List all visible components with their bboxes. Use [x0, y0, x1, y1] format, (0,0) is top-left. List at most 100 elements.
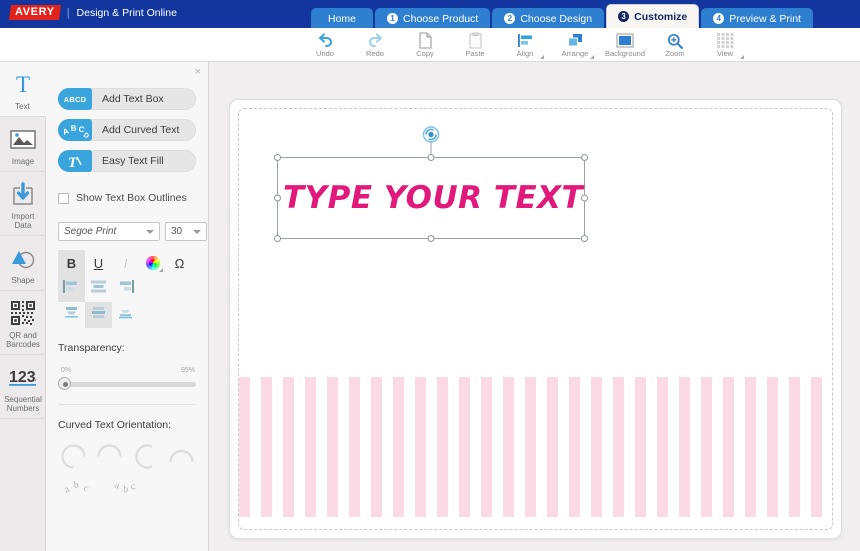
add-text-box-button[interactable]: ABCD Add Text Box	[58, 88, 196, 110]
easy-text-fill-icon: T	[58, 150, 92, 172]
toolbar-view-button[interactable]: View	[700, 28, 750, 62]
easy-text-fill-button[interactable]: T Easy Text Fill	[58, 150, 196, 172]
special-character-button[interactable]: Ω	[166, 250, 193, 276]
resize-handle-se[interactable]	[581, 235, 588, 242]
view-grid-icon	[716, 32, 734, 49]
resize-handle-ne[interactable]	[581, 154, 588, 161]
font-family-select[interactable]: Segoe Print	[58, 222, 160, 241]
chevron-down-icon	[146, 229, 154, 234]
toolbar-background-button[interactable]: Background	[600, 28, 650, 62]
brand-separator: |	[66, 6, 70, 19]
arrange-dropdown-caret-icon[interactable]	[590, 55, 594, 59]
close-icon[interactable]: ×	[195, 66, 201, 78]
align-left-button[interactable]	[58, 276, 85, 302]
align-center-button[interactable]	[85, 276, 112, 302]
resize-handle-n[interactable]	[427, 154, 435, 161]
resize-handle-nw[interactable]	[274, 154, 281, 161]
easy-text-fill-label: Easy Text Fill	[102, 155, 164, 167]
italic-button[interactable]: I	[112, 250, 139, 276]
sidebar-item-sequential-numbers[interactable]: 123 Sequential Numbers	[0, 355, 46, 419]
product-name: Design & Print Online	[76, 6, 177, 19]
vertical-align-row	[58, 302, 208, 328]
curved-option-arc-down[interactable]	[96, 443, 123, 470]
sidebar-item-qr-barcodes-label: QR and Barcodes	[6, 331, 40, 349]
text-box-value[interactable]: TYPE YOUR TEXT	[283, 180, 583, 216]
image-icon	[10, 124, 36, 154]
shape-icon	[10, 243, 36, 273]
view-dropdown-caret-icon[interactable]	[740, 55, 744, 59]
app-root: AVERY | Design & Print Online Home 1 Cho…	[0, 0, 860, 551]
underline-button[interactable]: U	[85, 250, 112, 276]
bold-button-label: B	[66, 255, 77, 271]
toolbar-paste-button[interactable]: Paste	[450, 28, 500, 62]
svg-text:a: a	[113, 480, 122, 492]
curved-option-text-path-up[interactable]: abc	[62, 477, 96, 502]
tab-preview-print[interactable]: 4 Preview & Print	[701, 8, 813, 28]
sidebar-item-import-data[interactable]: Import Data	[0, 172, 46, 236]
toolbar-copy-label: Copy	[416, 49, 434, 58]
color-dropdown-caret-icon[interactable]	[159, 268, 163, 272]
resize-handle-sw[interactable]	[274, 235, 281, 242]
tab-choose-design-label: Choose Design	[520, 12, 593, 25]
curved-option-arc-left[interactable]	[132, 443, 159, 470]
curved-option-text-path-down[interactable]: abc	[112, 477, 144, 502]
toolbar-align-button[interactable]: Align	[500, 28, 550, 62]
curved-option-arc-up-left[interactable]	[60, 443, 87, 470]
align-top-button[interactable]	[58, 302, 85, 328]
font-family-value: Segoe Print	[64, 226, 117, 237]
transparency-slider-track[interactable]	[64, 382, 196, 387]
transparency-max-label: 95%	[180, 367, 195, 374]
canvas-workspace[interactable]: TYPE YOUR TEXT	[209, 62, 860, 551]
label-sheet[interactable]: TYPE YOUR TEXT	[229, 99, 842, 539]
show-text-box-outlines-checkbox[interactable]	[58, 192, 69, 204]
tab-customize-badge: 3	[618, 11, 630, 22]
main-tabs: Home 1 Choose Product 2 Choose Design 3 …	[311, 4, 815, 28]
sidebar-item-shape[interactable]: Shape	[0, 236, 46, 291]
tab-preview-print-label: Preview & Print	[729, 12, 801, 25]
align-dropdown-caret-icon[interactable]	[540, 55, 544, 59]
main-toolbar: Undo Redo Copy Paste Align Arrange Backg…	[0, 28, 860, 62]
tab-customize[interactable]: 3 Customize	[606, 4, 700, 28]
transparency-slider[interactable]: 0% 95%	[58, 367, 196, 392]
tab-home-label: Home	[328, 12, 357, 25]
add-curved-text-button[interactable]: ABCD Add Curved Text	[58, 119, 196, 141]
align-middle-button[interactable]	[85, 302, 112, 328]
curved-option-arc-up[interactable]	[168, 443, 195, 470]
toolbar-items: Undo Redo Copy Paste Align Arrange Backg…	[300, 28, 750, 62]
toolbar-zoom-button[interactable]: Zoom	[650, 28, 700, 62]
toolbar-redo-button[interactable]: Redo	[350, 28, 400, 62]
toolbar-undo-button[interactable]: Undo	[300, 28, 350, 62]
toolbar-arrange-button[interactable]: Arrange	[550, 28, 600, 62]
font-size-select[interactable]: 30	[165, 222, 207, 241]
resize-handle-s[interactable]	[427, 235, 435, 242]
tab-choose-design-badge: 2	[504, 13, 516, 24]
sidebar-item-import-data-label: Import Data	[11, 212, 35, 230]
curved-text-icon: ABCD	[58, 119, 92, 141]
transparency-min-label: 0%	[61, 367, 72, 374]
zoom-icon	[667, 32, 683, 49]
toolbar-copy-button[interactable]: Copy	[400, 28, 450, 62]
resize-handle-e[interactable]	[581, 194, 588, 202]
sidebar-item-shape-label: Shape	[11, 276, 35, 285]
align-bottom-button[interactable]	[112, 302, 139, 328]
text-tool-panel: × ABCD Add Text Box ABCD Add Curved Text…	[46, 62, 209, 551]
font-color-button[interactable]	[139, 250, 166, 276]
resize-handle-w[interactable]	[274, 194, 281, 202]
tab-home[interactable]: Home	[311, 8, 374, 28]
transparency-slider-handle[interactable]	[58, 377, 71, 390]
color-wheel-icon	[145, 256, 160, 270]
show-text-box-outlines-row[interactable]: Show Text Box Outlines	[58, 192, 208, 204]
abcd-text-box-icon: ABCD	[58, 88, 92, 110]
sidebar-item-qr-barcodes[interactable]: QR and Barcodes	[0, 291, 46, 355]
tab-choose-product[interactable]: 1 Choose Product	[375, 8, 491, 28]
sidebar-item-text[interactable]: T Text	[0, 62, 46, 117]
align-right-button[interactable]	[112, 276, 139, 302]
rotate-icon[interactable]	[422, 126, 440, 143]
sidebar-item-image[interactable]: Image	[0, 117, 46, 172]
bold-button[interactable]: B	[58, 250, 85, 276]
toolbar-arrange-label: Arrange	[561, 49, 589, 58]
selected-text-box[interactable]: TYPE YOUR TEXT	[274, 126, 588, 242]
align-top-icon	[63, 306, 80, 324]
tab-choose-design[interactable]: 2 Choose Design	[492, 8, 605, 28]
svg-text:B: B	[70, 124, 77, 133]
